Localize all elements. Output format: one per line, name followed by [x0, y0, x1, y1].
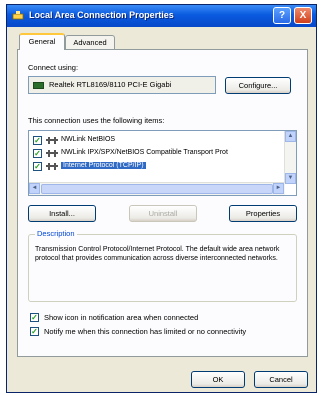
- components-label: This connection uses the following items…: [28, 116, 165, 125]
- protocol-icon: [46, 163, 58, 170]
- uninstall-button[interactable]: Uninstall: [129, 205, 197, 222]
- network-connection-icon: [12, 11, 24, 20]
- properties-button[interactable]: Properties: [229, 205, 297, 222]
- properties-dialog: Local Area Connection Properties ? X Gen…: [6, 4, 317, 393]
- show-icon-checkbox[interactable]: ✓: [30, 313, 39, 322]
- tab-advanced[interactable]: Advanced: [65, 35, 115, 50]
- description-group: Description Transmission Control Protoco…: [28, 229, 297, 302]
- help-button[interactable]: ?: [273, 7, 291, 24]
- general-tab-panel: Connect using: Realtek RTL8169/8110 PCI-…: [17, 49, 308, 357]
- close-button[interactable]: X: [294, 7, 312, 24]
- scroll-down-button[interactable]: ▼: [285, 173, 296, 184]
- cancel-button[interactable]: Cancel: [254, 371, 308, 388]
- scroll-left-button[interactable]: ◄: [29, 183, 40, 194]
- horizontal-scrollbar[interactable]: ◄ ►: [29, 182, 285, 195]
- tab-general[interactable]: General: [19, 33, 65, 50]
- title-bar[interactable]: Local Area Connection Properties ? X: [7, 5, 316, 27]
- description-text: Transmission Control Protocol/Internet P…: [35, 246, 280, 262]
- list-item-label: NWLink NetBIOS: [61, 136, 116, 143]
- adapter-field: Realtek RTL8169/8110 PCI-E Gigabi: [28, 76, 216, 94]
- notify-label: Notify me when this connection has limit…: [44, 327, 247, 336]
- notify-checkbox[interactable]: ✓: [30, 327, 39, 336]
- list-item[interactable]: ✓ NWLink IPX/SPX/NetBIOS Compatible Tran…: [33, 148, 273, 160]
- description-title: Description: [35, 229, 77, 238]
- list-item-label: NWLink IPX/SPX/NetBIOS Compatible Transp…: [61, 149, 228, 156]
- show-icon-label: Show icon in notification area when conn…: [44, 313, 199, 322]
- checkbox-nwlink-netbios[interactable]: ✓: [33, 136, 42, 145]
- configure-button[interactable]: Configure...: [225, 77, 291, 94]
- scroll-right-button[interactable]: ►: [273, 183, 284, 194]
- show-icon-option[interactable]: ✓ Show icon in notification area when co…: [30, 312, 300, 324]
- protocol-icon: [46, 137, 58, 144]
- checkbox-tcpip[interactable]: ✓: [33, 162, 42, 171]
- install-button[interactable]: Install...: [28, 205, 96, 222]
- ok-button[interactable]: OK: [191, 371, 245, 388]
- adapter-name: Realtek RTL8169/8110 PCI-E Gigabi: [49, 80, 172, 89]
- horizontal-scroll-thumb[interactable]: [41, 184, 273, 194]
- list-item-label-selected: Internet Protocol (TCP/IP): [61, 162, 146, 169]
- notify-option[interactable]: ✓ Notify me when this connection has lim…: [30, 326, 300, 338]
- network-adapter-icon: [33, 82, 44, 89]
- list-item[interactable]: ✓ NWLink NetBIOS: [33, 135, 273, 147]
- window-title: Local Area Connection Properties: [29, 10, 174, 20]
- checkbox-nwlink-ipx[interactable]: ✓: [33, 149, 42, 158]
- vertical-scrollbar[interactable]: ▲ ▼: [284, 131, 296, 184]
- protocol-icon: [46, 150, 58, 157]
- scroll-up-button[interactable]: ▲: [285, 131, 296, 142]
- connect-using-label: Connect using:: [28, 63, 79, 72]
- components-list[interactable]: ✓ NWLink NetBIOS ✓ NWLink IPX/SPX/NetBIO…: [28, 130, 297, 196]
- list-item[interactable]: ✓ Internet Protocol (TCP/IP): [33, 161, 273, 173]
